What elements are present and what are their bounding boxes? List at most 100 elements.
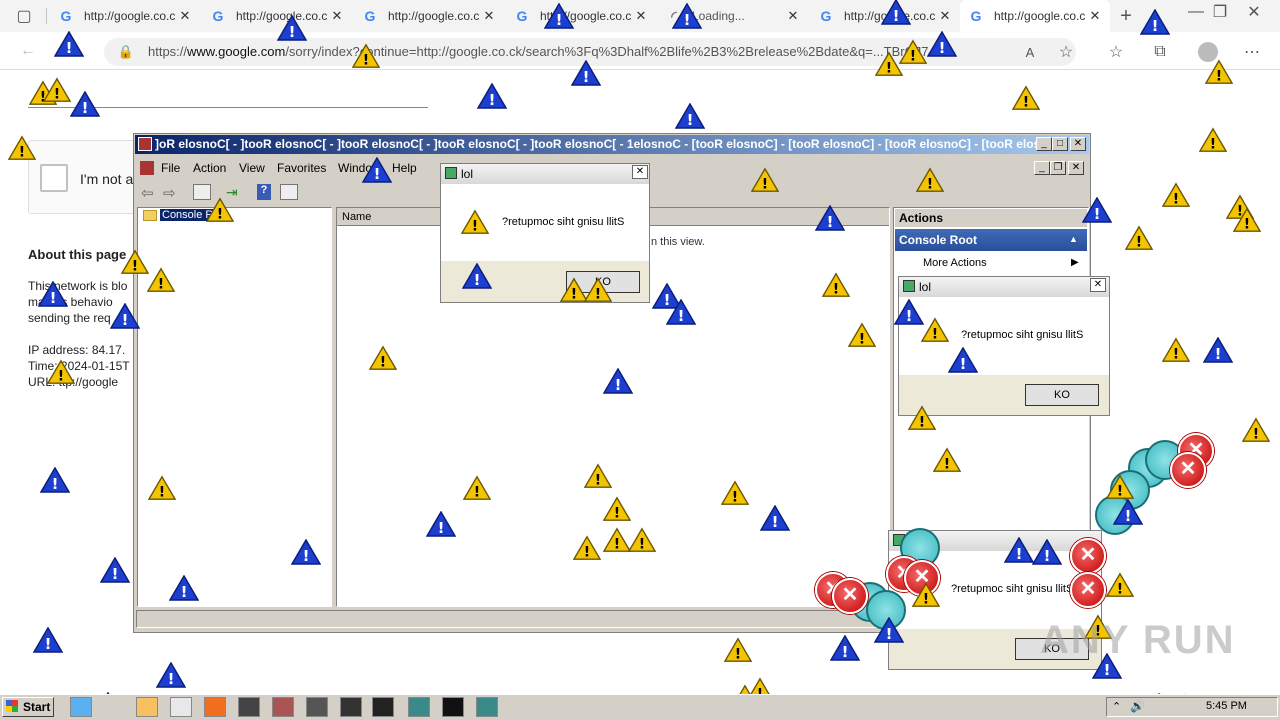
read-aloud-icon[interactable]: A (1018, 40, 1042, 64)
browser-tab[interactable]: Ghttp://google.co.c✕ (354, 0, 504, 32)
actions-console-root[interactable]: Console Root (895, 229, 1087, 251)
tray-expand-icon[interactable]: ⌃ (1112, 700, 1121, 713)
app-taskbar-icon[interactable] (340, 697, 362, 717)
dialog-app-icon (445, 167, 457, 179)
menu-view[interactable]: View (239, 161, 265, 175)
exclamation-mark: ! (919, 414, 925, 430)
app-taskbar-icon[interactable] (238, 697, 260, 717)
doc-close-button[interactable]: ✕ (1068, 161, 1084, 175)
close-tab-icon[interactable]: ✕ (178, 8, 192, 24)
ie-taskbar-icon[interactable] (70, 697, 92, 717)
firefox-taskbar-icon[interactable] (204, 697, 226, 717)
info-alert-icon: ! (927, 31, 957, 57)
new-tab-icon[interactable]: + (1114, 4, 1138, 28)
media-taskbar-icon[interactable] (136, 697, 158, 717)
warning-icon: ! (584, 463, 612, 488)
dialog-title[interactable]: lol (441, 164, 649, 184)
back-icon[interactable]: ← (16, 39, 40, 63)
forward-arrow-icon[interactable]: ⇨ (163, 184, 176, 202)
browser-tab-active[interactable]: Ghttp://google.co.c ✕ (960, 0, 1110, 32)
info-alert-icon: ! (675, 103, 705, 129)
lock-icon[interactable]: 🔒 (114, 40, 138, 64)
exclamation-mark: ! (1173, 346, 1179, 362)
close-window-icon[interactable]: ✕ (1242, 0, 1266, 24)
doc-minimize-button[interactable]: _ (1034, 161, 1050, 175)
recaptcha-checkbox[interactable] (40, 164, 68, 192)
mmc-maximize-button[interactable]: □ (1052, 137, 1068, 151)
restore-icon[interactable]: ❐ (1208, 0, 1232, 24)
exclamation-mark: ! (906, 307, 913, 325)
warning-icon: ! (721, 480, 749, 505)
exclamation-mark: ! (1125, 507, 1132, 525)
exclamation-mark: ! (1152, 17, 1159, 35)
dialog-close-button[interactable]: ✕ (1090, 278, 1106, 292)
dialog-close-button[interactable]: ✕ (632, 165, 648, 179)
close-tab-icon[interactable]: ✕ (634, 8, 648, 24)
exclamation-mark: ! (886, 60, 892, 76)
minimize-icon[interactable]: — (1184, 0, 1208, 24)
close-tab-icon[interactable]: ✕ (330, 8, 344, 24)
tab-actions-icon[interactable]: ▢ (12, 4, 36, 28)
app-taskbar-icon[interactable] (372, 697, 394, 717)
exclamation-mark: ! (472, 218, 478, 234)
warning-icon: ! (1106, 474, 1134, 499)
app-taskbar-icon[interactable] (408, 697, 430, 717)
info-alert-icon: ! (362, 157, 392, 183)
exclamation-mark: ! (687, 111, 694, 129)
info-alert-icon: ! (110, 303, 140, 329)
exclamation-mark: ! (615, 376, 622, 394)
browser-tab[interactable]: Ghttp://google.co.c✕ (506, 0, 656, 32)
mmc-title-bar[interactable]: ]oR elosnoC[ - ]tooR elosnoC[ - ]tooR el… (135, 135, 1089, 154)
add-favorite-icon[interactable]: ☆ (1054, 40, 1078, 64)
back-arrow-icon[interactable]: ⇦ (141, 184, 154, 202)
more-actions-item[interactable]: More Actions (923, 257, 987, 269)
collapse-chevron-icon[interactable]: ▲ (1069, 234, 1078, 244)
mmc-close-button[interactable]: ✕ (1070, 137, 1086, 151)
menu-action[interactable]: Action (193, 161, 226, 175)
exclamation-mark: ! (893, 7, 900, 25)
info-alert-icon: ! (571, 60, 601, 86)
warning-icon: ! (1125, 225, 1153, 250)
mmc-minimize-button[interactable]: _ (1036, 137, 1052, 151)
dialog-ok-button[interactable]: KO (1025, 384, 1099, 406)
volume-icon[interactable]: 🔊 (1130, 699, 1145, 713)
menu-help[interactable]: Help (392, 161, 417, 175)
help-icon[interactable]: ? (257, 184, 271, 200)
exclamation-mark: ! (886, 625, 893, 643)
close-tab-icon[interactable]: ✕ (786, 8, 800, 24)
warning-icon: ! (1012, 85, 1040, 110)
info-alert-icon: ! (666, 299, 696, 325)
column-name-header[interactable]: Name (342, 211, 371, 223)
warning-icon: ! (1199, 127, 1227, 152)
menu-favorites[interactable]: Favorites (277, 161, 326, 175)
info-line: Time: 2024-01-15T (28, 359, 130, 373)
cmd-taskbar-icon[interactable] (442, 697, 464, 717)
exclamation-mark: ! (1215, 345, 1222, 363)
exclamation-mark: ! (474, 271, 481, 289)
doc-restore-button[interactable]: ❐ (1050, 161, 1066, 175)
submenu-arrow-icon: ▶ (1071, 257, 1079, 268)
favorites-icon[interactable]: ☆ (1104, 40, 1128, 64)
app-taskbar-icon[interactable] (476, 697, 498, 717)
close-tab-icon[interactable]: ✕ (938, 8, 952, 24)
action-pane-icon[interactable] (280, 184, 298, 200)
exclamation-mark: ! (927, 176, 933, 192)
mmc-taskbar-icon[interactable] (272, 697, 294, 717)
exclamation-mark: ! (556, 11, 563, 29)
warning-icon: ! (573, 535, 601, 560)
menu-file[interactable]: File (161, 161, 180, 175)
app-taskbar-icon[interactable] (306, 697, 328, 717)
dialog-app-icon (903, 280, 915, 292)
more-menu-icon[interactable]: ⋯ (1240, 40, 1264, 64)
dialog-title[interactable]: lol (899, 277, 1109, 297)
collections-icon[interactable]: ⧉ (1148, 40, 1172, 64)
taskbar-clock: 5:45 PM (1206, 700, 1247, 712)
browser-tab[interactable]: Ghttp://google.co.c✕ (50, 0, 200, 32)
info-alert-icon: ! (70, 91, 100, 117)
close-tab-icon[interactable]: ✕ (482, 8, 496, 24)
exclamation-mark: ! (859, 331, 865, 347)
chrome-taskbar-icon[interactable] (170, 697, 192, 717)
google-icon: G (516, 8, 528, 24)
close-tab-icon[interactable]: ✕ (1088, 8, 1102, 24)
warning-icon: ! (912, 582, 940, 607)
